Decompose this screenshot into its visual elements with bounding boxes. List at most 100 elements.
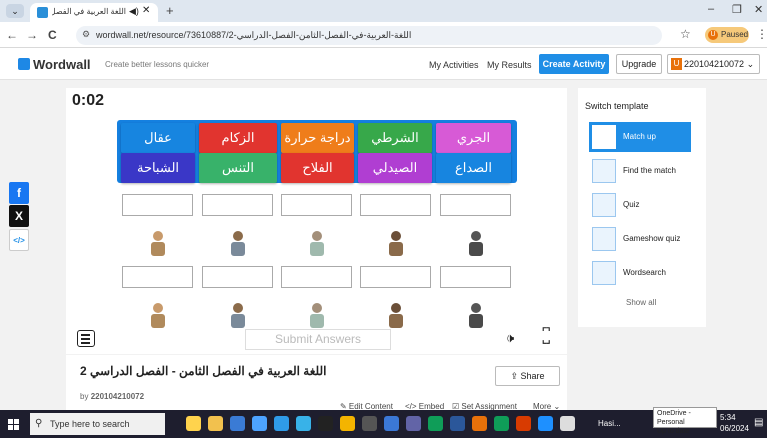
answer-drop-slot[interactable] <box>202 266 273 288</box>
user-id: 220104210072 ⌄ <box>684 59 755 69</box>
share-icon: ⇪ <box>510 371 521 381</box>
word-tile[interactable]: الزكام <box>199 123 277 153</box>
x-share-button[interactable]: X <box>9 205 29 227</box>
answer-drop-slot[interactable] <box>440 266 511 288</box>
badge-app-icon[interactable] <box>362 416 377 431</box>
task-view-icon[interactable] <box>186 416 201 431</box>
window-minimize-button[interactable]: – <box>708 3 714 15</box>
template-label: Match up <box>623 132 656 141</box>
template-thumbnail-icon <box>592 125 616 149</box>
answer-drop-slot[interactable] <box>281 266 352 288</box>
author-line: by 220104210072 <box>80 392 145 401</box>
browser-menu-icon[interactable]: ⋮ <box>756 27 767 41</box>
onenote-icon[interactable] <box>428 416 443 431</box>
author-name[interactable]: 220104210072 <box>91 392 144 401</box>
taskbar-search-input[interactable]: ⚲ Type here to search <box>30 413 165 435</box>
profile-paused-button[interactable]: U Paused <box>705 27 749 43</box>
word-tile[interactable]: الصداع <box>436 153 511 183</box>
wordwall-logo-icon <box>18 58 30 70</box>
answer-drop-slot[interactable] <box>440 194 511 216</box>
embed-share-button[interactable]: </> <box>9 229 29 251</box>
x-app-icon[interactable] <box>318 416 333 431</box>
template-wordsearch[interactable]: Wordsearch <box>589 258 691 288</box>
site-info-icon[interactable]: ⚙ <box>82 29 90 40</box>
windows-start-icon[interactable] <box>8 419 19 430</box>
answer-drop-slot[interactable] <box>360 266 431 288</box>
tab-close-icon[interactable]: ✕ <box>142 5 150 16</box>
back-button[interactable]: ← <box>6 28 18 42</box>
tiles-tray: الجري الشرطي دراجة حرارة الزكام عقال الصداع ال… <box>117 120 517 183</box>
url-field[interactable]: ⚙ wordwall.net/resource/73610887/2-اللغة… <box>76 26 662 45</box>
template-find-the-match[interactable]: Find the match <box>589 156 691 186</box>
edge-icon[interactable] <box>296 416 311 431</box>
answer-drop-slot[interactable] <box>122 266 193 288</box>
fullscreen-icon[interactable]: ⌜⌝ ⌞⌟ <box>542 328 550 346</box>
word-tile[interactable]: الشرطي <box>358 123 432 153</box>
officer-desk-icon <box>142 300 174 330</box>
word-tile[interactable]: عقال <box>121 123 195 153</box>
menu-icon[interactable] <box>77 330 95 347</box>
template-label: Wordsearch <box>623 268 666 277</box>
activity-info: اللغة العربية في الفصل الثامن - الفصل ال… <box>66 355 567 411</box>
swimmer-icon <box>380 300 412 330</box>
tab-audio-icon[interactable]: ◀) <box>129 6 139 17</box>
my-results-link[interactable]: My Results <box>487 60 532 70</box>
template-gameshow-quiz[interactable]: Gameshow quiz <box>589 224 691 254</box>
word-tile[interactable]: الصيدلي <box>358 153 432 183</box>
word-tile[interactable]: دراجة حرارة <box>281 123 354 153</box>
edge-app-icon[interactable] <box>538 416 553 431</box>
window-restore-button[interactable]: ❐ <box>732 3 742 16</box>
address-bar-row: ← → C ⚙ wordwall.net/resource/73610887/2… <box>0 22 767 48</box>
game-area: 0:02 الجري الشرطي دراجة حرارة الزكام عقال الص… <box>66 88 567 354</box>
facebook-share-button[interactable]: f <box>9 182 29 204</box>
chrome-profile-icon[interactable] <box>472 416 487 431</box>
answer-drop-slot[interactable] <box>281 194 352 216</box>
new-tab-button[interactable]: + <box>166 3 174 18</box>
word-tile[interactable]: الجري <box>436 123 511 153</box>
user-menu-button[interactable]: U 220104210072 ⌄ <box>667 54 760 74</box>
template-label: Quiz <box>623 200 640 209</box>
mail-icon[interactable] <box>274 416 289 431</box>
explorer-icon[interactable] <box>208 416 223 431</box>
forward-button[interactable]: → <box>26 28 38 42</box>
taskbar-app-icon[interactable] <box>230 416 245 431</box>
word-icon[interactable] <box>450 416 465 431</box>
tagline: Create better lessons quicker <box>105 60 210 69</box>
tray-chevron-icon[interactable] <box>560 416 575 431</box>
template-thumbnail-icon <box>592 261 616 285</box>
office-icon[interactable] <box>516 416 531 431</box>
chrome-icon[interactable] <box>340 416 355 431</box>
window-close-button[interactable]: ✕ <box>754 3 763 16</box>
word-tile[interactable]: الفلاح <box>281 153 354 183</box>
activity-title: اللغة العربية في الفصل الثامن - الفصل ال… <box>80 364 327 378</box>
notifications-icon[interactable]: ▤ <box>754 417 763 428</box>
my-activities-link[interactable]: My Activities <box>429 60 479 70</box>
word-tile[interactable]: التنس <box>199 153 277 183</box>
clock-time[interactable]: 5:34 <box>720 413 736 422</box>
teams-icon[interactable] <box>406 416 421 431</box>
template-match-up[interactable]: Match up <box>589 122 691 152</box>
browser-tab-active[interactable]: اللغة العربية في الفصل الثا... ◀) ✕ <box>30 3 158 22</box>
answer-drop-slot[interactable] <box>202 194 273 216</box>
bookmark-star-icon[interactable]: ☆ <box>680 27 691 41</box>
tab-title: اللغة العربية في الفصل الثا... <box>52 7 126 16</box>
wordwall-logo[interactable]: Wordwall <box>18 57 91 72</box>
word-tile[interactable]: الشباحة <box>121 153 195 183</box>
create-activity-button[interactable]: Create Activity <box>539 54 609 74</box>
reload-button[interactable]: C <box>48 28 57 42</box>
show-all-link[interactable]: Show all <box>626 298 656 307</box>
share-button[interactable]: ⇪ Share <box>495 366 560 386</box>
photos-icon[interactable] <box>384 416 399 431</box>
chrome-app-icon[interactable] <box>494 416 509 431</box>
template-quiz[interactable]: Quiz <box>589 190 691 220</box>
submit-answers-button[interactable]: Submit Answers <box>245 329 391 350</box>
clock-date[interactable]: 06/2024 <box>720 424 749 433</box>
answer-drop-slot[interactable] <box>360 194 431 216</box>
taskbar-app-hasi[interactable]: Hasi... <box>598 419 621 428</box>
speaker-icon[interactable]: 🕩 <box>506 330 514 346</box>
tab-search-button[interactable]: ⌄ <box>6 4 24 18</box>
upgrade-button[interactable]: Upgrade <box>616 54 662 74</box>
answer-drop-slot[interactable] <box>122 194 193 216</box>
store-icon[interactable] <box>252 416 267 431</box>
template-label: Gameshow quiz <box>623 234 681 243</box>
